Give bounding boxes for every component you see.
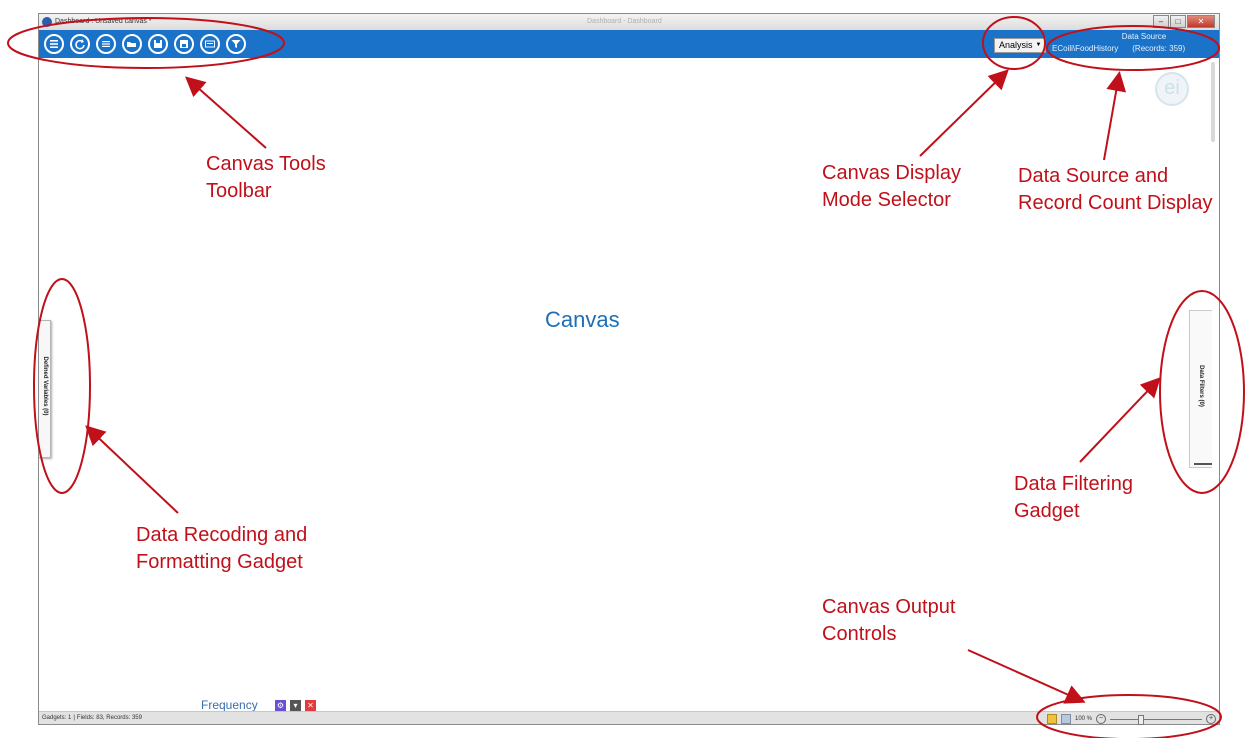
recoding-arrow (85, 425, 179, 514)
mode-arrow (919, 69, 1009, 157)
datasource-highlight (1046, 25, 1220, 71)
toolbar-arrow (185, 76, 267, 149)
output-highlight (1036, 694, 1222, 738)
annotation-filtering: Data Filtering Gadget (1014, 473, 1133, 522)
filtering-highlight (1159, 290, 1245, 494)
annotation-recoding: Data Recoding and Formatting Gadget (136, 524, 308, 573)
output-arrow (967, 649, 1086, 704)
toolbar-highlight (7, 17, 285, 69)
annotation-overlay (7, 16, 1245, 738)
annotation-toolbar: Canvas Tools Toolbar (206, 153, 326, 202)
filtering-arrow (1079, 377, 1161, 463)
annotation-datasource: Data Source and Record Count Display (1018, 165, 1213, 214)
annotation-mode: Canvas Display Mode Selector (822, 162, 961, 211)
mode-highlight (982, 16, 1046, 70)
annotation-output: Canvas Output Controls (822, 596, 956, 645)
recoding-highlight (33, 278, 91, 494)
datasource-arrow (1103, 71, 1127, 161)
